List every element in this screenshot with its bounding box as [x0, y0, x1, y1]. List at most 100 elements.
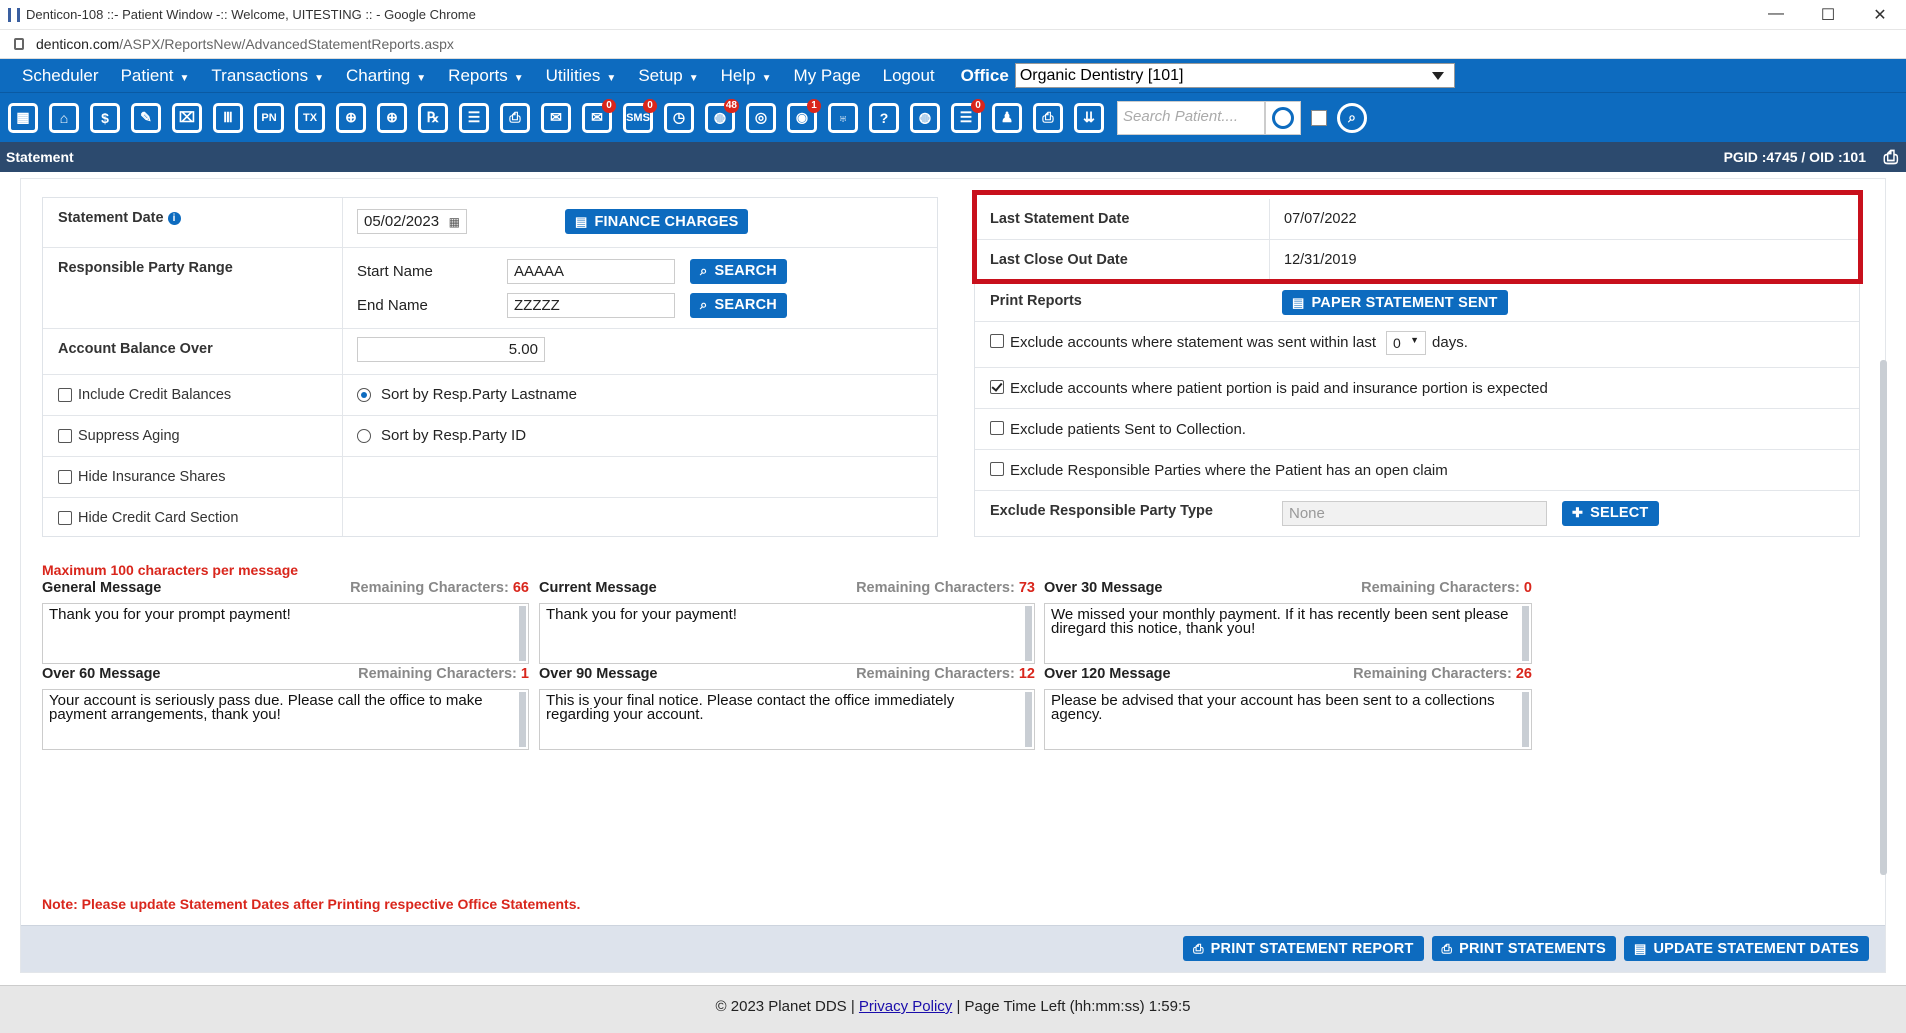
- download-icon[interactable]: ⇊: [1070, 99, 1108, 137]
- paper-statement-sent-button[interactable]: ▤ PAPER STATEMENT SENT: [1282, 290, 1508, 315]
- textarea-scrollbar[interactable]: [519, 606, 526, 661]
- clock-icon[interactable]: ◷: [660, 99, 698, 137]
- close-window-button[interactable]: ✕: [1854, 5, 1906, 25]
- dollar-icon[interactable]: $: [86, 99, 124, 137]
- advanced-search-icon[interactable]: ⌕: [1333, 99, 1371, 137]
- print-statements-button[interactable]: ⎙ PRINT STATEMENTS: [1431, 936, 1616, 961]
- sort-lastname-option[interactable]: Sort by Resp.Party Lastname: [343, 375, 937, 415]
- notes-icon[interactable]: ☰: [455, 99, 493, 137]
- address-bar[interactable]: denticon.com/ASPX/ReportsNew/AdvancedSta…: [0, 30, 1906, 59]
- sort-id-radio[interactable]: [357, 429, 371, 444]
- exclude-type-input[interactable]: None: [1282, 500, 1547, 526]
- sort-id-option[interactable]: Sort by Resp.Party ID: [343, 416, 937, 456]
- textarea-scrollbar[interactable]: [1522, 692, 1529, 747]
- menu-utilities[interactable]: Utilities ▼: [524, 66, 617, 86]
- menu-help[interactable]: Help ▼: [699, 66, 772, 86]
- end-name-input[interactable]: [507, 292, 675, 318]
- sort-lastname-radio[interactable]: [357, 388, 371, 403]
- tooth-icon[interactable]: ♅: [824, 99, 862, 137]
- page-scrollbar[interactable]: [1880, 360, 1887, 875]
- include-credit-checkbox[interactable]: [58, 388, 72, 403]
- globe-icon[interactable]: ◍ 48: [701, 98, 739, 137]
- suppress-aging-checkbox[interactable]: [58, 429, 72, 444]
- calendar-icon[interactable]: ▦: [449, 215, 460, 229]
- update-dates-note: Note: Please update Statement Dates afte…: [42, 896, 581, 912]
- message-textarea[interactable]: Your account is seriously pass due. Plea…: [42, 689, 529, 750]
- select-type-button[interactable]: ✚ SELECT: [1562, 500, 1659, 526]
- exclude-sent-checkbox[interactable]: [990, 334, 1004, 348]
- mail-icon[interactable]: ✉: [537, 99, 575, 137]
- message-textarea[interactable]: Thank you for your prompt payment!: [42, 603, 529, 664]
- tooth-chart-icon[interactable]: ⌧: [168, 99, 206, 137]
- finance-charges-button[interactable]: ▤ FINANCE CHARGES: [565, 209, 749, 234]
- sms-icon[interactable]: SMS 0: [619, 98, 657, 137]
- include-credit-row[interactable]: Include Credit Balances: [43, 375, 343, 415]
- exclude-open-claim-checkbox[interactable]: [990, 462, 1004, 476]
- textarea-scrollbar[interactable]: [1025, 692, 1032, 747]
- statement-date-input[interactable]: 05/02/2023 ▦: [357, 209, 467, 234]
- minimize-button[interactable]: —: [1750, 5, 1802, 25]
- add-family-icon[interactable]: ⊕: [373, 99, 411, 137]
- hide-insurance-checkbox[interactable]: [58, 470, 72, 485]
- print-page-icon[interactable]: ⎙: [1884, 147, 1898, 168]
- notification-badge: 1: [807, 98, 821, 113]
- textarea-scrollbar[interactable]: [1025, 606, 1032, 661]
- message-textarea[interactable]: This is your final notice. Please contac…: [539, 689, 1035, 750]
- end-search-button[interactable]: ⌕ SEARCH: [690, 292, 787, 318]
- web-icon[interactable]: ◍: [906, 99, 944, 137]
- messages-icon[interactable]: ✉ 0: [578, 98, 616, 137]
- hide-credit-card-row[interactable]: Hide Credit Card Section: [43, 498, 343, 536]
- patient-search-input[interactable]: Search Patient....: [1117, 100, 1265, 135]
- exclude-paid-checkbox[interactable]: [990, 380, 1004, 394]
- print-forms-icon[interactable]: ⎙: [496, 99, 534, 137]
- max-chars-note: Maximum 100 characters per message: [42, 562, 299, 578]
- info-icon[interactable]: i: [167, 212, 181, 225]
- message-textarea[interactable]: We missed your monthly payment. If it ha…: [1044, 603, 1532, 664]
- start-search-button[interactable]: ⌕ SEARCH: [690, 258, 787, 284]
- maximize-button[interactable]: ☐: [1802, 5, 1854, 25]
- support-icon[interactable]: ◎: [742, 99, 780, 137]
- start-name-input[interactable]: [507, 258, 675, 284]
- perio-icon[interactable]: Ⅲ: [209, 99, 247, 137]
- document-icon: ▤: [1292, 294, 1305, 310]
- exclude-days-select[interactable]: 0 ▼: [1386, 331, 1427, 355]
- family-icon[interactable]: ♟: [988, 99, 1026, 137]
- message-textarea[interactable]: Thank you for your payment!: [539, 603, 1035, 664]
- menu-transactions[interactable]: Transactions ▼: [189, 66, 324, 86]
- menu-setup[interactable]: Setup ▼: [616, 66, 698, 86]
- add-patient-icon[interactable]: ⊕: [332, 99, 370, 137]
- hide-credit-card-checkbox[interactable]: [58, 511, 72, 526]
- menu-my-page[interactable]: My Page: [772, 66, 861, 86]
- calendar-icon[interactable]: ▦: [4, 99, 42, 137]
- account-balance-input[interactable]: [357, 337, 545, 362]
- printer-icon[interactable]: ⎙: [1029, 99, 1067, 137]
- privacy-policy-link[interactable]: Privacy Policy: [859, 998, 952, 1015]
- exclude-open-claim-row: Exclude Responsible Parties where the Pa…: [975, 450, 1859, 491]
- patient-search-button[interactable]: [1265, 100, 1301, 135]
- office-select[interactable]: Organic Dentistry [101]: [1014, 63, 1455, 88]
- suppress-aging-row[interactable]: Suppress Aging: [43, 416, 343, 456]
- claims-icon[interactable]: ☰ 0: [947, 98, 985, 137]
- message-textarea[interactable]: Please be advised that your account has …: [1044, 689, 1532, 750]
- menu-reports[interactable]: Reports ▼: [426, 66, 523, 86]
- print-statement-report-button[interactable]: ⎙ PRINT STATEMENT REPORT: [1183, 936, 1424, 961]
- statement-date-label: Statement Date i: [43, 198, 343, 247]
- edit-icon[interactable]: ✎: [127, 99, 165, 137]
- menu-patient[interactable]: Patient ▼: [99, 66, 190, 86]
- textarea-scrollbar[interactable]: [519, 692, 526, 747]
- reminder-icon[interactable]: ◉ 1: [783, 98, 821, 137]
- tx-icon[interactable]: TX: [291, 99, 329, 137]
- menu-charting[interactable]: Charting ▼: [324, 66, 426, 86]
- hide-insurance-row[interactable]: Hide Insurance Shares: [43, 457, 343, 497]
- menu-scheduler[interactable]: Scheduler: [0, 66, 99, 86]
- message-title: Over 90 Message: [539, 666, 658, 682]
- rx-icon[interactable]: ℞: [414, 99, 452, 137]
- help-tooth-icon[interactable]: ?: [865, 99, 903, 137]
- home-icon[interactable]: ⌂: [45, 99, 83, 137]
- textarea-scrollbar[interactable]: [1522, 606, 1529, 661]
- update-statement-dates-button[interactable]: ▤ UPDATE STATEMENT DATES: [1623, 936, 1869, 961]
- toolbar-checkbox[interactable]: [1311, 109, 1327, 126]
- menu-logout[interactable]: Logout: [861, 66, 935, 86]
- pn-icon[interactable]: PN: [250, 99, 288, 137]
- exclude-collection-checkbox[interactable]: [990, 421, 1004, 435]
